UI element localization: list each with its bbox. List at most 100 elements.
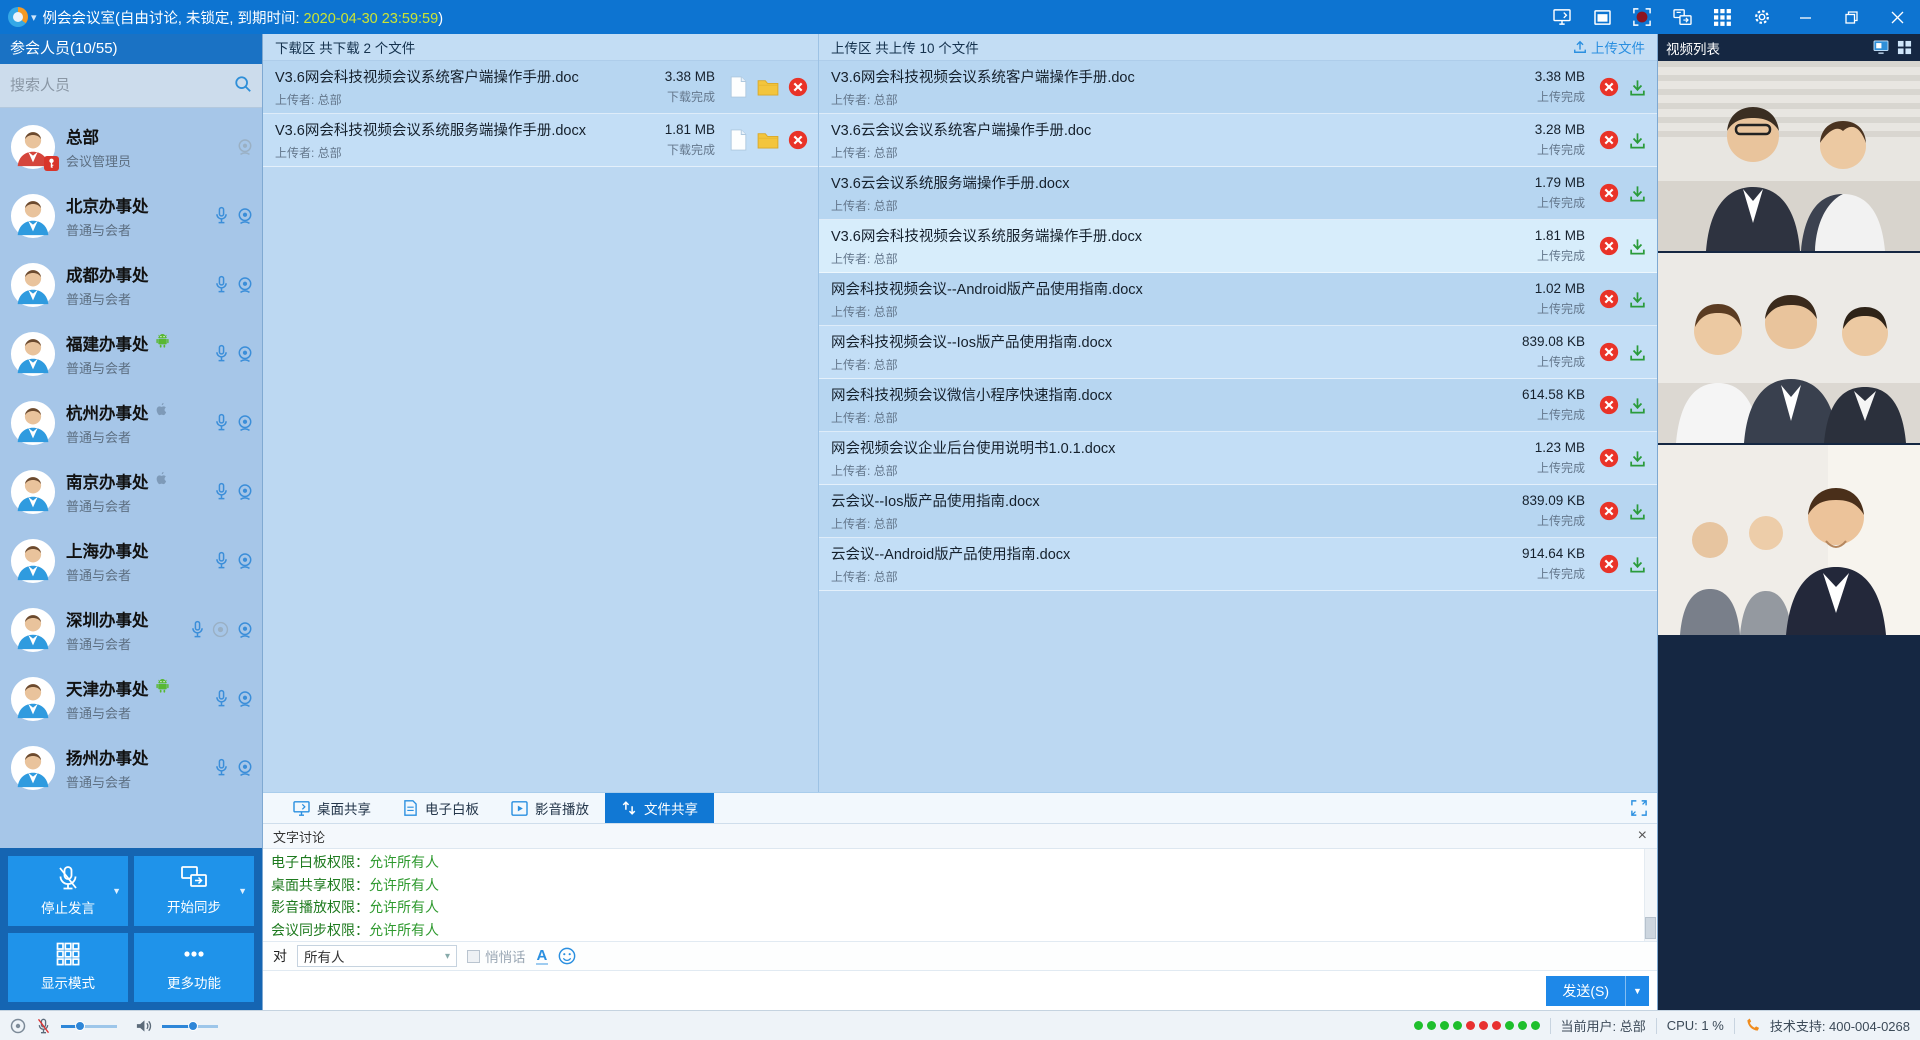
chevron-down-icon[interactable]: ▾: [31, 11, 37, 24]
upload-file-row[interactable]: 网会科技视频会议--Ios版产品使用指南.docx上传者: 总部839.08 K…: [819, 326, 1657, 379]
speaker-gray-icon[interactable]: [212, 621, 229, 638]
upload-file-row[interactable]: 网会科技视频会议微信小程序快速指南.docx上传者: 总部614.58 KB上传…: [819, 379, 1657, 432]
download-file-icon[interactable]: [1628, 290, 1647, 309]
upload-file-button[interactable]: 上传文件: [1573, 37, 1645, 57]
settings-gear-icon[interactable]: [1742, 0, 1782, 34]
upload-file-row[interactable]: V3.6网会科技视频会议系统服务端操作手册.docx上传者: 总部1.81 MB…: [819, 220, 1657, 273]
delete-file-icon[interactable]: [1599, 289, 1619, 309]
record-icon[interactable]: [1622, 0, 1662, 34]
chevron-down-icon[interactable]: ▼: [112, 886, 121, 896]
camera-icon[interactable]: [236, 483, 254, 501]
record-status-icon[interactable]: [10, 1018, 26, 1034]
tab-file-share[interactable]: 文件共享: [605, 793, 714, 823]
upload-file-row[interactable]: 网会视频会议企业后台使用说明书1.0.1.docx上传者: 总部1.23 MB上…: [819, 432, 1657, 485]
download-file-icon[interactable]: [1628, 237, 1647, 256]
participant-row[interactable]: 深圳办事处普通与会者: [0, 595, 262, 664]
open-file-icon[interactable]: [729, 129, 748, 151]
recipient-dropdown[interactable]: 所有人▾: [297, 945, 457, 967]
upload-file-row[interactable]: 云会议--Ios版产品使用指南.docx上传者: 总部839.09 KB上传完成: [819, 485, 1657, 538]
delete-file-icon[interactable]: [1599, 342, 1619, 362]
upload-file-row[interactable]: V3.6云会议系统服务端操作手册.docx上传者: 总部1.79 MB上传完成: [819, 167, 1657, 220]
download-file-row[interactable]: V3.6网会科技视频会议系统服务端操作手册.docx上传者: 总部1.81 MB…: [263, 114, 818, 167]
delete-file-icon[interactable]: [1599, 236, 1619, 256]
camera-icon[interactable]: [236, 414, 254, 432]
camera-icon[interactable]: [236, 759, 254, 777]
upload-file-row[interactable]: 网会科技视频会议--Android版产品使用指南.docx上传者: 总部1.02…: [819, 273, 1657, 326]
camera-icon[interactable]: [236, 345, 254, 363]
minimize-button[interactable]: [1782, 0, 1828, 34]
download-file-row[interactable]: V3.6网会科技视频会议系统客户端操作手册.doc上传者: 总部3.38 MB下…: [263, 61, 818, 114]
emoji-button[interactable]: [558, 947, 576, 965]
fullscreen-icon[interactable]: [1582, 0, 1622, 34]
more-functions-button[interactable]: 更多功能: [134, 933, 254, 1003]
chat-close-icon[interactable]: ×: [1638, 828, 1647, 844]
open-file-icon[interactable]: [729, 76, 748, 98]
open-folder-icon[interactable]: [757, 131, 779, 149]
participant-row[interactable]: 南京办事处普通与会者: [0, 457, 262, 526]
speaker-volume-slider[interactable]: [162, 1020, 218, 1032]
maximize-button[interactable]: [1828, 0, 1874, 34]
search-input[interactable]: [10, 77, 228, 94]
send-button[interactable]: 发送(S) ▼: [1546, 976, 1649, 1006]
video-grid-icon[interactable]: [1897, 40, 1912, 55]
video-capture-icon[interactable]: [1873, 40, 1889, 55]
camera-icon[interactable]: [236, 207, 254, 225]
download-file-icon[interactable]: [1628, 78, 1647, 97]
search-icon[interactable]: [234, 75, 252, 96]
participant-row[interactable]: 总部会议管理员: [0, 112, 262, 181]
open-folder-icon[interactable]: [757, 78, 779, 96]
mic-icon[interactable]: [214, 551, 229, 570]
participant-row[interactable]: 成都办事处普通与会者: [0, 250, 262, 319]
tab-media-playback[interactable]: 影音播放: [495, 793, 605, 823]
mic-icon[interactable]: [214, 206, 229, 225]
font-color-button[interactable]: A: [536, 948, 549, 965]
mic-icon[interactable]: [190, 620, 205, 639]
send-options-dropdown[interactable]: ▼: [1625, 976, 1649, 1006]
delete-file-icon[interactable]: [1599, 395, 1619, 415]
sync-screens-icon[interactable]: [1662, 0, 1702, 34]
mic-icon[interactable]: [214, 344, 229, 363]
mic-icon[interactable]: [214, 689, 229, 708]
mic-icon[interactable]: [214, 482, 229, 501]
mic-icon[interactable]: [214, 413, 229, 432]
camera-icon[interactable]: [236, 276, 254, 294]
download-file-icon[interactable]: [1628, 184, 1647, 203]
video-thumbnail[interactable]: [1658, 253, 1920, 443]
video-thumbnail[interactable]: [1658, 445, 1920, 635]
upload-file-row[interactable]: 云会议--Android版产品使用指南.docx上传者: 总部914.64 KB…: [819, 538, 1657, 591]
camera-gray-icon[interactable]: [236, 138, 254, 156]
participant-row[interactable]: 天津办事处普通与会者: [0, 664, 262, 733]
app-logo-icon[interactable]: [8, 7, 28, 27]
download-file-icon[interactable]: [1628, 343, 1647, 362]
download-file-icon[interactable]: [1628, 131, 1647, 150]
delete-file-icon[interactable]: [788, 77, 808, 97]
whisper-checkbox[interactable]: 悄悄话: [467, 946, 526, 966]
video-thumbnail[interactable]: [1658, 61, 1920, 251]
mic-muted-icon[interactable]: [36, 1017, 51, 1035]
delete-file-icon[interactable]: [1599, 77, 1619, 97]
participant-row[interactable]: 北京办事处普通与会者: [0, 181, 262, 250]
delete-file-icon[interactable]: [1599, 501, 1619, 521]
stop-speaking-button[interactable]: 停止发言▼: [8, 856, 128, 926]
close-button[interactable]: [1874, 0, 1920, 34]
participant-row[interactable]: 杭州办事处普通与会者: [0, 388, 262, 457]
camera-icon[interactable]: [236, 552, 254, 570]
chevron-down-icon[interactable]: ▼: [238, 886, 247, 896]
checkbox-icon[interactable]: [467, 950, 480, 963]
participant-row[interactable]: 上海办事处普通与会者: [0, 526, 262, 595]
mic-volume-slider[interactable]: [61, 1020, 117, 1032]
dialpad-icon[interactable]: [1702, 0, 1742, 34]
scrollbar-thumb[interactable]: [1645, 917, 1656, 939]
upload-file-row[interactable]: V3.6网会科技视频会议系统客户端操作手册.doc上传者: 总部3.38 MB上…: [819, 61, 1657, 114]
screen-share-icon[interactable]: [1542, 0, 1582, 34]
upload-file-row[interactable]: V3.6云会议会议系统客户端操作手册.doc上传者: 总部3.28 MB上传完成: [819, 114, 1657, 167]
download-file-icon[interactable]: [1628, 502, 1647, 521]
delete-file-icon[interactable]: [1599, 183, 1619, 203]
chat-scrollbar[interactable]: [1644, 849, 1657, 941]
expand-chat-icon[interactable]: [1631, 800, 1647, 816]
delete-file-icon[interactable]: [788, 130, 808, 150]
participant-row[interactable]: 福建办事处普通与会者: [0, 319, 262, 388]
mic-icon[interactable]: [214, 275, 229, 294]
participant-row[interactable]: 扬州办事处普通与会者: [0, 733, 262, 802]
tab-whiteboard[interactable]: 电子白板: [387, 793, 495, 823]
